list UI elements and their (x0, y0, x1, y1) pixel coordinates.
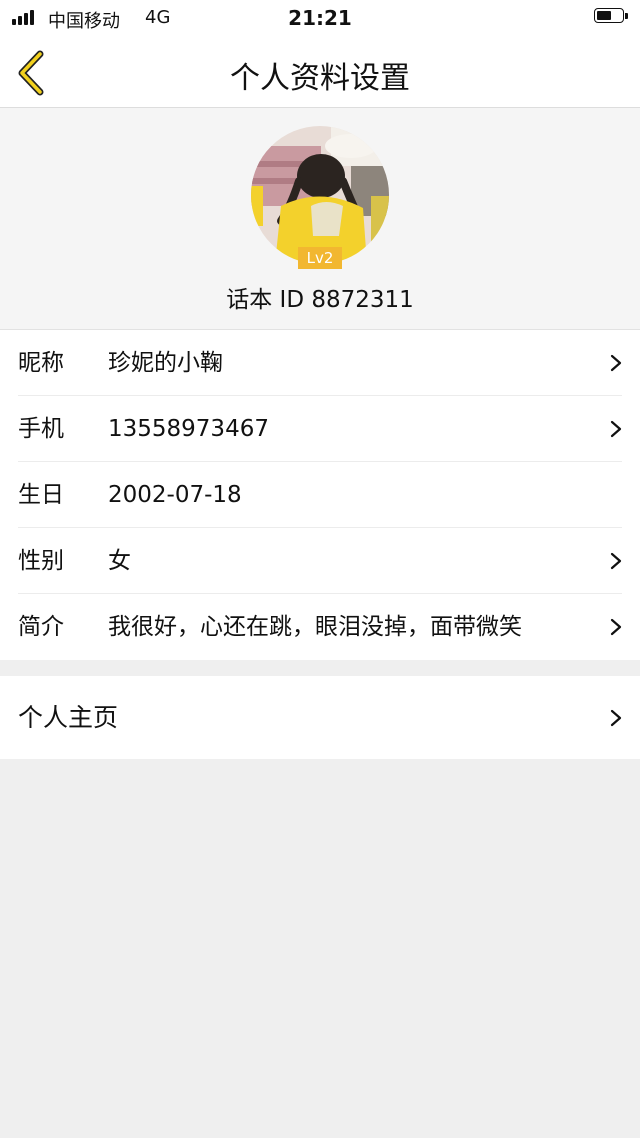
row-label: 性别 (18, 548, 64, 574)
user-id-label: 话本 ID (226, 287, 305, 313)
homepage-label: 个人主页 (18, 703, 119, 732)
avatar[interactable] (251, 126, 389, 264)
birthday-row: 生日 2002-07-18 (0, 462, 640, 528)
nickname-row[interactable]: 昵称 珍妮的小鞠 (0, 330, 640, 396)
row-value: 13558973467 (108, 416, 269, 442)
level-badge: Lv2 (298, 247, 342, 269)
user-id: 话本 ID 8872311 (0, 280, 640, 314)
row-label: 昵称 (18, 350, 64, 376)
chevron-right-icon (610, 552, 622, 570)
avatar-photo (251, 126, 389, 264)
chevron-right-icon (610, 354, 622, 372)
row-value: 我很好，心还在跳，眼泪没掉，面带微笑 (108, 614, 522, 640)
battery-icon (594, 8, 628, 25)
row-label: 生日 (18, 482, 64, 508)
row-value: 珍妮的小鞠 (108, 350, 223, 376)
row-value: 女 (108, 548, 131, 574)
battery-level (597, 11, 611, 20)
nav-bar: 个人资料设置 (0, 36, 640, 108)
chevron-right-icon (610, 420, 622, 438)
row-label: 简介 (18, 614, 64, 640)
row-label: 手机 (18, 416, 64, 442)
phone-row[interactable]: 手机 13558973467 (0, 396, 640, 462)
user-id-value: 8872311 (311, 287, 414, 313)
profile-info-list: 昵称 珍妮的小鞠 手机 13558973467 生日 2002-07-18 性别… (0, 330, 640, 660)
chevron-right-icon (610, 618, 622, 636)
status-bar: 中国移动 4G 21:21 (0, 0, 640, 36)
gender-row[interactable]: 性别 女 (0, 528, 640, 594)
profile-header: Lv2 话本 ID 8872311 (0, 108, 640, 330)
personal-homepage-row[interactable]: 个人主页 (0, 676, 640, 759)
bio-row[interactable]: 简介 我很好，心还在跳，眼泪没掉，面带微笑 (0, 594, 640, 660)
row-value: 2002-07-18 (108, 482, 242, 508)
status-time: 21:21 (288, 6, 352, 30)
page-title: 个人资料设置 (230, 61, 410, 96)
chevron-right-icon (610, 709, 622, 727)
